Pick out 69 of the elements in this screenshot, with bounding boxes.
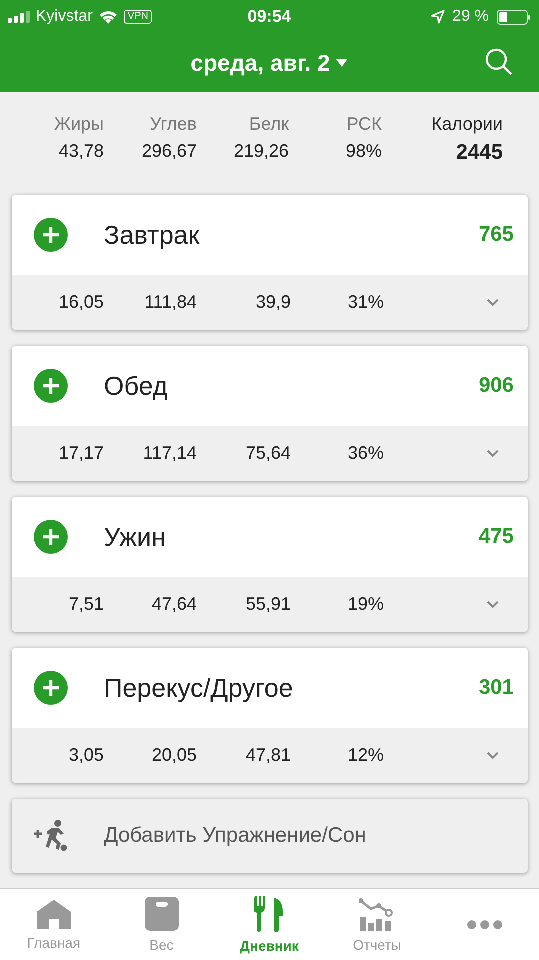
carrier-name: Kyivstar	[36, 8, 93, 26]
add-food-button[interactable]	[34, 520, 68, 554]
search-button[interactable]	[485, 48, 513, 76]
add-exercise-button[interactable]: Добавить Упражнение/Сон	[12, 799, 528, 873]
meal-nutrient-value: 17,17	[58, 443, 104, 464]
meal-nutrient-value: 47,64	[150, 594, 197, 615]
meal-nutrient-value: 3,05	[68, 745, 104, 766]
nav-tab[interactable]: Главная	[0, 889, 108, 960]
meal-nutrient-value: 75,64	[244, 443, 291, 464]
plus-icon	[42, 679, 60, 697]
summary-value: 98%	[344, 141, 382, 163]
summary-label: Белк	[248, 114, 289, 135]
fork-knife-icon	[254, 896, 284, 932]
nav-tab[interactable]: Отчеты	[323, 889, 432, 960]
meal-nutrient-value: 117,14	[142, 443, 197, 464]
plus-icon	[42, 377, 60, 395]
meal-name: Перекус/Другое	[104, 672, 294, 704]
expand-chevron-icon[interactable]	[486, 750, 500, 760]
nav-tab[interactable]: Вес	[108, 889, 216, 960]
meal-nutrient-value: 7,51	[68, 594, 104, 615]
add-food-button[interactable]	[34, 218, 68, 252]
status-time: 09:54	[248, 7, 292, 27]
summary-value: 296,67	[140, 141, 197, 163]
meal-calories: 906	[478, 374, 514, 398]
vpn-badge: VPN	[124, 10, 152, 24]
meal-nutrient-value: 55,91	[244, 594, 291, 615]
meal-nutrient-value: 19%	[346, 594, 384, 615]
scale-icon	[144, 896, 179, 930]
meal-nutrient-value: 39,9	[254, 292, 291, 313]
meal-calories: 301	[478, 676, 514, 700]
meal-name: Завтрак	[104, 220, 201, 250]
plus-icon	[42, 528, 60, 546]
meal-nutrient-value: 36%	[346, 443, 384, 464]
expand-chevron-icon[interactable]	[486, 600, 500, 610]
chart-icon	[359, 896, 396, 930]
meal-nutrient-value: 20,05	[150, 745, 197, 766]
add-exercise-label: Добавить Упражнение/Сон	[104, 824, 366, 848]
summary-label: Углев	[149, 114, 197, 135]
battery-percent: 29 %	[452, 8, 490, 26]
dropdown-caret-icon	[336, 59, 348, 67]
expand-chevron-icon[interactable]	[486, 298, 500, 308]
meal-nutrient-value: 12%	[346, 745, 384, 766]
meal-nutrient-value: 16,05	[58, 292, 104, 313]
summary-label: РСК	[346, 114, 382, 135]
more-icon	[467, 920, 504, 930]
meal-nutrient-value: 47,81	[244, 745, 291, 766]
location-arrow-icon	[430, 10, 445, 24]
add-food-button[interactable]	[34, 369, 68, 403]
add-food-button[interactable]	[34, 671, 68, 705]
meal-calories: 765	[478, 223, 514, 247]
nav-tab[interactable]: Дневник	[216, 889, 324, 960]
summary-value: 219,26	[232, 141, 289, 163]
home-icon	[36, 898, 72, 928]
plus-icon	[42, 226, 60, 244]
meal-calories: 475	[478, 525, 514, 549]
summary-value: 2445	[455, 141, 503, 165]
battery-icon	[497, 10, 532, 24]
summary-label: Калории	[430, 114, 503, 135]
expand-chevron-icon[interactable]	[486, 448, 500, 458]
date-selector[interactable]: среда, авг. 2	[190, 50, 348, 76]
summary-label: Жиры	[53, 114, 104, 135]
summary-value: 43,78	[58, 141, 104, 163]
meal-name: Ужин	[104, 522, 167, 552]
wifi-icon	[98, 10, 118, 24]
exercise-icon	[34, 820, 68, 852]
signal-icon	[8, 11, 30, 23]
meal-nutrient-value: 31%	[346, 292, 384, 313]
meal-nutrient-value: 111,84	[144, 292, 197, 313]
meal-name: Обед	[104, 370, 169, 402]
